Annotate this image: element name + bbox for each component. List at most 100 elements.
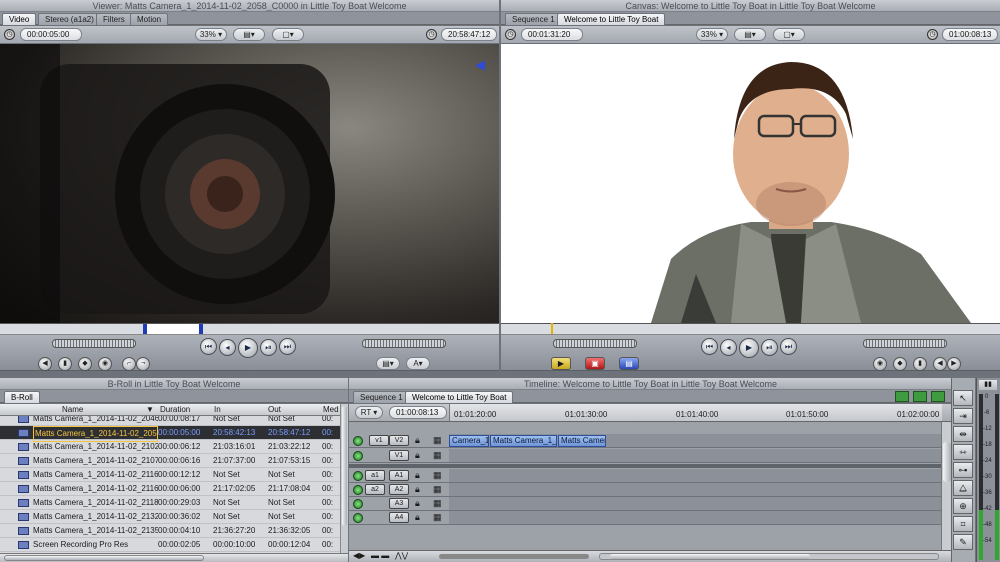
source-patch-v1[interactable]: v1 <box>369 435 389 446</box>
canvas-play-reverse-button[interactable]: ◂ <box>720 339 737 356</box>
zoom-tool-icon[interactable]: ⊕ <box>953 498 973 514</box>
lock-icon[interactable]: 🔒︎ <box>415 435 420 446</box>
tab-stereo[interactable]: Stereo (a1a2) <box>38 13 101 25</box>
slip-tool-icon[interactable]: ⊶ <box>953 462 973 478</box>
lock-icon[interactable]: 🔒︎ <box>415 498 420 509</box>
col-in[interactable]: In <box>214 404 221 416</box>
viewer-recent-clips-popup[interactable]: ▤▾ <box>376 357 400 370</box>
audio-track-a3[interactable]: A3 🔒︎ ▦ <box>349 497 952 511</box>
tab-sequence-1[interactable]: Sequence 1 <box>353 391 410 403</box>
track-audible-toggle[interactable] <box>353 513 363 523</box>
scroll-thumb[interactable] <box>342 406 347 526</box>
keyframes-toggle-icon[interactable]: ⋀⋁ <box>395 551 408 560</box>
timeline-zoom-slider[interactable] <box>439 554 589 559</box>
render-toggle[interactable] <box>931 391 945 402</box>
viewer-mark-in-button[interactable]: ⌐ <box>122 357 136 371</box>
audio-track-a4[interactable]: A4 🔒︎ ▦ <box>349 511 952 525</box>
clip-overlays-toggle[interactable]: ◀▶ <box>353 551 365 560</box>
canvas-zoom-popup[interactable]: 33% ▾ <box>696 28 728 41</box>
tab-welcome-to-little-toy-boat[interactable]: Welcome to Little Toy Boat <box>405 391 514 403</box>
video-track-v2[interactable]: v1 V2 🔒︎ ▦ Camera_1_2 Matts Camera_1_2 M… <box>349 434 952 448</box>
viewer-add-keyframe-button[interactable]: ◆ <box>78 357 92 371</box>
linking-toggle[interactable] <box>913 391 927 402</box>
track-height-control[interactable]: ▬ ▬ <box>371 551 389 560</box>
viewer-mark-out-button[interactable]: ¬ <box>136 357 150 371</box>
source-patch-a1[interactable]: a1 <box>365 470 385 481</box>
timeline-horizontal-scrollbar[interactable] <box>599 553 939 560</box>
source-patch-a2[interactable]: a2 <box>365 484 385 495</box>
viewer-play-in-to-out-button[interactable]: ⏮ <box>200 338 217 355</box>
list-item-selected[interactable]: Matts Camera_1_2014-11-02_2058 00:00:05:0… <box>0 426 348 442</box>
canvas-play-in-to-out-button[interactable]: ⏮ <box>701 338 718 355</box>
list-item[interactable]: Matts Camera_1_2014-11-02_2102 00:00:06:1… <box>0 440 348 454</box>
lock-icon[interactable]: 🔒︎ <box>415 512 420 523</box>
crop-tool-icon[interactable]: ⌗ <box>953 516 973 532</box>
list-item[interactable]: Screen Recording Pro Res 00:00:02:05 00:00… <box>0 538 348 552</box>
viewer-play-button[interactable]: ▶ <box>238 338 258 358</box>
tab-filters[interactable]: Filters <box>96 13 132 25</box>
list-item[interactable]: Matts Camera_1_2014-11-02_2118 00:00:29:0… <box>0 496 348 510</box>
canvas-playhead[interactable] <box>551 323 553 334</box>
dest-patch-a3[interactable]: A3 <box>389 498 409 509</box>
col-out[interactable]: Out <box>268 404 281 416</box>
lock-icon[interactable]: 🔒︎ <box>415 470 420 481</box>
timeline-ruler[interactable]: 01:01:20:00 01:01:30:00 01:01:40:00 01:0… <box>449 404 942 421</box>
viewer-view-popup[interactable]: ▤▾ <box>233 28 265 41</box>
canvas-duration-timecode[interactable]: 00:01:31:20 <box>521 28 583 41</box>
col-name[interactable]: Name <box>62 404 83 416</box>
canvas-overlay-popup[interactable]: ▢▾ <box>773 28 805 41</box>
canvas-play-button[interactable]: ▶ <box>739 338 759 358</box>
tab-b-roll[interactable]: B-Roll <box>4 391 40 403</box>
canvas-video-frame[interactable] <box>501 44 1000 323</box>
canvas-view-popup[interactable]: ▤▾ <box>734 28 766 41</box>
viewer-zoom-popup[interactable]: 33% ▾ <box>195 28 227 41</box>
canvas-mark-out-button[interactable]: ▶ <box>947 357 961 371</box>
pen-tool-icon[interactable]: ✎ <box>953 534 973 550</box>
audio-track-a1[interactable]: a1 A1 🔒︎ ▦ <box>349 469 952 483</box>
list-item[interactable]: Matts Camera_1_2014-11-02_2046 00:00:08:1… <box>0 416 348 426</box>
selection-tool-icon[interactable]: ↖ <box>953 390 973 406</box>
canvas-play-around-button[interactable]: ⏯ <box>761 339 778 356</box>
viewer-next-edit-button[interactable]: ⏭ <box>279 338 296 355</box>
canvas-current-timecode[interactable]: 01:00:08:13 <box>942 28 998 41</box>
dest-patch-v1[interactable]: V1 <box>389 450 409 461</box>
viewer-generator-popup[interactable]: A▾ <box>406 357 430 370</box>
dest-patch-a1[interactable]: A1 <box>389 470 409 481</box>
viewer-match-frame-button[interactable]: ◀ <box>38 357 52 371</box>
timeline-clip[interactable]: Camera_1_2 <box>449 435 489 447</box>
canvas-mark-in-button[interactable]: ◀ <box>933 357 947 371</box>
scroll-thumb[interactable] <box>610 554 810 559</box>
track-visibility-toggle[interactable] <box>353 436 363 446</box>
replace-edit-button[interactable]: ▤ <box>619 357 639 370</box>
list-item[interactable]: Matts Camera_1_2014-11-02_2135 00:00:04:1… <box>0 524 348 538</box>
auto-select-icon[interactable]: ▦ <box>433 470 442 481</box>
list-item[interactable]: Matts Camera_1_2014-11-02_2132 00:00:36:0… <box>0 510 348 524</box>
track-audible-toggle[interactable] <box>353 471 363 481</box>
canvas-add-keyframe-button[interactable]: ◆ <box>893 357 907 371</box>
viewer-play-reverse-button[interactable]: ◂ <box>219 339 236 356</box>
track-audible-toggle[interactable] <box>353 485 363 495</box>
lock-icon[interactable]: 🔒︎ <box>415 450 420 461</box>
col-med[interactable]: Med <box>323 404 339 416</box>
tab-motion[interactable]: Motion <box>130 13 169 25</box>
auto-select-icon[interactable]: ▦ <box>433 512 442 523</box>
viewer-mark-clip-button[interactable]: ▮ <box>58 357 72 371</box>
in-point-marker[interactable] <box>143 324 147 334</box>
tab-welcome-to-little-toy-boat[interactable]: Welcome to Little Toy Boat <box>557 13 666 25</box>
overwrite-edit-button[interactable]: ▣ <box>585 357 605 370</box>
snapping-toggle[interactable] <box>895 391 909 402</box>
list-item[interactable]: Matts Camera_1_2014-11-02_2107 00:00:06:1… <box>0 454 348 468</box>
list-item[interactable]: Matts Camera_1_2014-11-02_2116 00:00:12:1… <box>0 468 348 482</box>
viewer-shuttle-control[interactable] <box>52 339 136 348</box>
track-visibility-toggle[interactable] <box>353 451 363 461</box>
viewer-play-around-button[interactable]: ⏯ <box>260 339 277 356</box>
dest-patch-a2[interactable]: A2 <box>389 484 409 495</box>
viewer-scrubber-bar[interactable] <box>0 323 499 335</box>
ripple-tool-icon[interactable]: ⇿ <box>953 444 973 460</box>
roll-edit-tool-icon[interactable]: ⇹ <box>953 426 973 442</box>
auto-select-icon[interactable]: ▦ <box>433 450 442 461</box>
col-duration[interactable]: Duration <box>160 404 190 416</box>
viewer-duration-timecode[interactable]: 00:00:05:00 <box>20 28 82 41</box>
auto-select-icon[interactable]: ▦ <box>433 435 442 446</box>
scroll-thumb[interactable] <box>943 442 951 482</box>
